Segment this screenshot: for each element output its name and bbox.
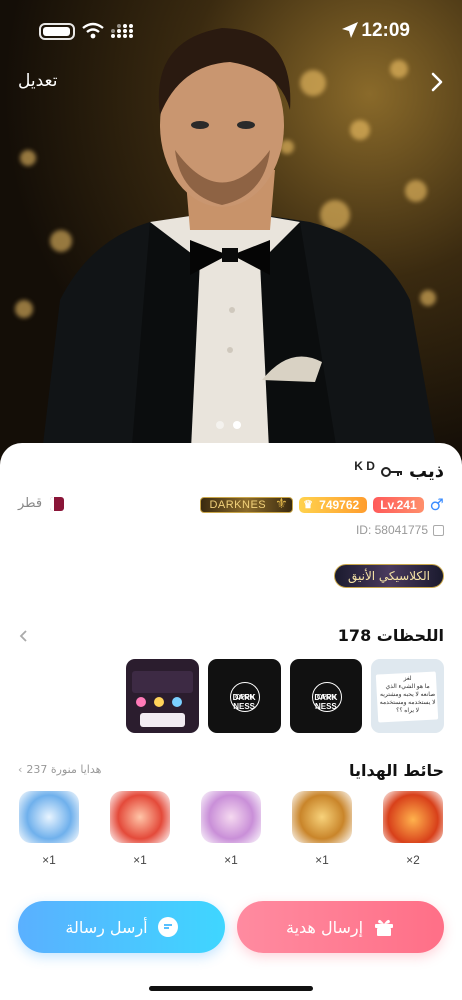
moment-thumbnail[interactable] (126, 659, 199, 733)
lion-gift-icon (383, 791, 443, 843)
gift-item[interactable]: 1× (109, 791, 171, 867)
gift-wall-title[interactable]: حائط الهدايا (349, 761, 444, 780)
carousel-indicator (216, 421, 241, 429)
profile-cover-photo[interactable]: 12:09 تعديل (0, 0, 462, 470)
key-icon (380, 466, 402, 477)
yacht-gift-icon (19, 791, 79, 843)
moment-caption: لغز ما هو الشيء الذي صانعه لا يحبه ومشتر… (379, 676, 436, 714)
profile-info-card: ذيب K D ♂ Lv.241 ♛ 749762 ⚜ DARKNES قطر (0, 443, 462, 1000)
wealth-badge[interactable]: ♛ 749762 (299, 496, 368, 513)
gift-box-icon (375, 919, 394, 936)
country-name: قطر (18, 496, 43, 511)
battery-icon (39, 23, 75, 40)
cellular-signal-icon (111, 24, 133, 38)
carousel-dot[interactable] (216, 421, 224, 429)
name-row: ذيب K D (354, 458, 444, 483)
profile-screen: 12:09 تعديل ذيب K D ♂ Lv.241 ♛ 749762 ⚜ … (0, 0, 462, 1000)
gift-item[interactable]: 1× (200, 791, 262, 867)
country-indicator: قطر (18, 496, 65, 511)
qatar-flag-icon (50, 496, 65, 511)
male-gender-icon: ♂ (429, 495, 444, 514)
carousel-dot-active[interactable] (233, 421, 241, 429)
user-id-row[interactable]: ID: 58041775 (356, 523, 444, 537)
gift-quantity: 1× (315, 853, 329, 867)
gift-quantity: 1× (133, 853, 147, 867)
home-indicator[interactable] (149, 986, 313, 991)
back-chevron-icon[interactable] (426, 70, 448, 94)
crown-icon: ♛ (303, 498, 314, 511)
chat-bubble-icon (157, 917, 178, 937)
copy-icon[interactable] (433, 524, 444, 536)
wifi-icon (82, 22, 104, 39)
status-bar: 12:09 (0, 0, 462, 62)
gift-item[interactable]: 1× (18, 791, 80, 867)
moment-caption: DARK NESS (314, 693, 338, 711)
gift-wall-count[interactable]: ‹ 237 هدايا منورة (18, 763, 101, 776)
medal-badge[interactable]: الكلاسيكي الأنيق (334, 564, 444, 588)
send-message-button[interactable]: أرسل رسالة (18, 901, 225, 953)
wings-emblem-icon: ⚜ (275, 494, 289, 511)
wealth-value: 749762 (319, 497, 360, 512)
level-badge[interactable]: Lv.241 (373, 496, 424, 513)
gift-wall: 2× 1× 1× 1× 1× (18, 791, 444, 867)
family-badge[interactable]: ⚜ DARKNES (200, 494, 294, 513)
moment-thumbnail[interactable]: OPEN DARK NESS (207, 659, 281, 733)
badges-row: ♂ Lv.241 ♛ 749762 ⚜ DARKNES (200, 495, 444, 514)
location-arrow-icon (342, 22, 358, 38)
user-name: ذيب (408, 461, 444, 482)
status-time: 12:09 (361, 20, 410, 41)
moments-thumbnails: لغز ما هو الشيء الذي صانعه لا يحبه ومشتر… (126, 659, 444, 733)
kite-gift-icon (110, 791, 170, 843)
send-gift-button[interactable]: إرسال هدية (237, 901, 444, 953)
golden-man-gift-icon (292, 791, 352, 843)
moment-thumbnail[interactable]: OPEN DARK NESS (289, 659, 363, 733)
chevron-left-icon[interactable] (18, 627, 30, 645)
fairy-gift-icon (201, 791, 261, 843)
gift-quantity: 2× (406, 853, 420, 867)
edit-profile-button[interactable]: تعديل (18, 71, 57, 91)
action-buttons: أرسل رسالة إرسال هدية (18, 901, 444, 953)
user-id: ID: 58041775 (355, 523, 428, 537)
gift-item[interactable]: 2× (382, 791, 444, 867)
moment-caption: DARK NESS (232, 693, 256, 711)
gift-item[interactable]: 1× (291, 791, 353, 867)
family-name: DARKNES (209, 498, 267, 511)
moments-section-title[interactable]: اللحظات 178 (338, 626, 444, 645)
gift-quantity: 1× (224, 853, 238, 867)
send-gift-label: إرسال هدية (285, 917, 364, 937)
lit-gifts-count: 237 هدايا منورة (26, 763, 102, 776)
gift-quantity: 1× (42, 853, 56, 867)
moment-thumbnail[interactable]: لغز ما هو الشيء الذي صانعه لا يحبه ومشتر… (371, 659, 444, 733)
send-message-label: أرسل رسالة (65, 917, 148, 937)
chevron-left-icon: ‹ (18, 763, 23, 776)
top-bar: تعديل (0, 62, 462, 102)
name-decoration: K D (354, 458, 375, 473)
